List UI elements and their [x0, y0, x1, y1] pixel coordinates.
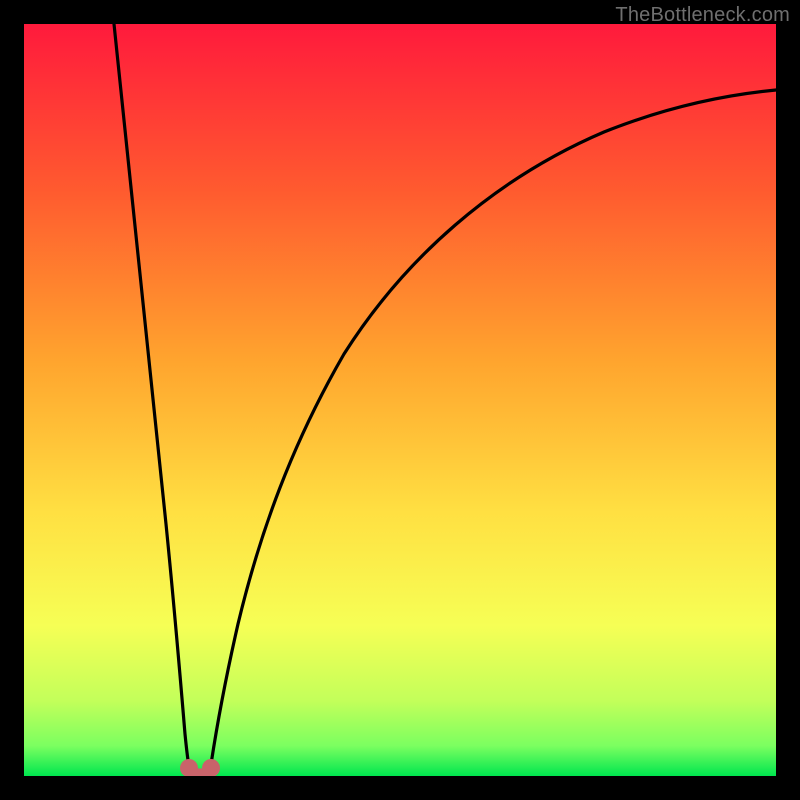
curve-right-branch [210, 90, 776, 771]
curve-layer [24, 24, 776, 776]
knot-left [180, 759, 198, 776]
plot-area [24, 24, 776, 776]
watermark-text: TheBottleneck.com [615, 4, 790, 27]
knot-right [202, 759, 220, 776]
curve-left-branch [114, 24, 190, 771]
outer-frame: TheBottleneck.com [0, 0, 800, 800]
